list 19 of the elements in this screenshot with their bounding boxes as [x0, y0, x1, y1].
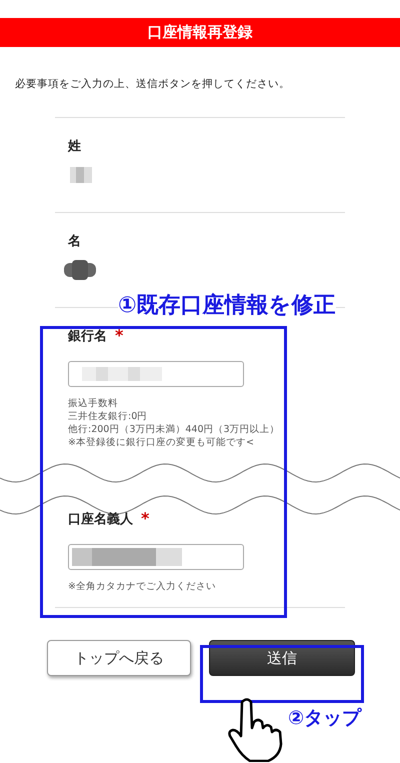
annotation-text: ②タップ — [288, 706, 362, 731]
help-text: ※全角カタカナでご入力ください — [68, 580, 217, 593]
blurred-value — [62, 260, 98, 280]
field-label: 銀行名 — [68, 328, 107, 344]
input-field[interactable] — [68, 544, 244, 570]
back-button[interactable]: トップへ戻る — [47, 640, 191, 676]
field-label: 名 — [68, 233, 81, 250]
help-text: ※本登録後に銀行口座の変更も可能です< — [68, 436, 255, 449]
help-text: 三井住友銀行:0円 — [68, 410, 148, 423]
input-field[interactable] — [68, 361, 244, 387]
required-mark: * — [141, 509, 150, 528]
intro-text: 必要事項をご入力の上、送信ボタンを押してください。 — [15, 77, 291, 91]
help-text: 他行:200円（3万円未満）440円（3万円以上） — [68, 423, 281, 436]
field-label: 口座名義人 — [68, 510, 133, 528]
page-title: 口座情報再登録 — [148, 23, 252, 42]
field-label: 姓 — [68, 138, 81, 155]
help-text: 振込手数料 — [68, 397, 119, 410]
submit-button[interactable]: 送信 — [209, 640, 355, 676]
required-mark: * — [115, 326, 124, 345]
